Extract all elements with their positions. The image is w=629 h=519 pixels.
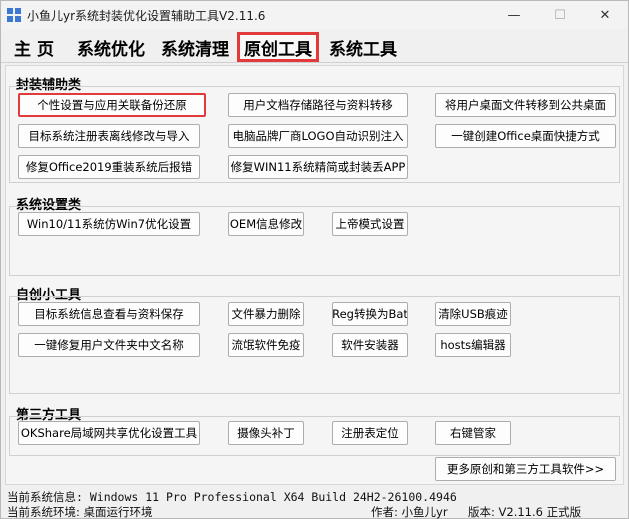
app-window: 小鱼儿yr系统封装优化设置辅助工具V2.11.6 — ☐ ✕ 主 页 系统优化 …: [0, 0, 629, 519]
backup-restore-settings-button[interactable]: 个性设置与应用关联备份还原: [18, 93, 206, 117]
author-label: 作者: 小鱼儿yr: [371, 505, 448, 519]
oem-info-button[interactable]: OEM信息修改: [228, 212, 304, 236]
reg-to-bat-button[interactable]: Reg转换为Bat: [332, 302, 408, 326]
software-installer-button[interactable]: 软件安装器: [332, 333, 408, 357]
desktop-to-public-button[interactable]: 将用户桌面文件转移到公共桌面: [435, 93, 616, 117]
brand-logo-inject-button[interactable]: 电脑品牌厂商LOGO自动识别注入: [228, 124, 408, 148]
tab-bar: 主 页 系统优化 系统清理 原创工具 系统工具: [1, 29, 628, 63]
fix-office2019-button[interactable]: 修复Office2019重装系统后报错: [18, 155, 200, 179]
minimize-button[interactable]: —: [491, 1, 537, 29]
win7-style-button[interactable]: Win10/11系统仿Win7优化设置: [18, 212, 200, 236]
system-info-save-button[interactable]: 目标系统信息查看与资料保存: [18, 302, 200, 326]
more-tools-button[interactable]: 更多原创和第三方工具软件>>: [435, 457, 616, 481]
okshare-button[interactable]: OKShare局域网共享优化设置工具: [18, 421, 200, 445]
system-env-status: 当前系统环境: 桌面运行环境: [7, 505, 153, 519]
fix-win11-app-button[interactable]: 修复WIN11系统精简或封装丢APP: [228, 155, 408, 179]
tab-system-clean[interactable]: 系统清理: [155, 32, 235, 62]
camera-patch-button[interactable]: 摄像头补丁: [228, 421, 304, 445]
close-button[interactable]: ✕: [582, 1, 628, 29]
user-docs-migrate-button[interactable]: 用户文档存储路径与资料转移: [228, 93, 408, 117]
hosts-editor-button[interactable]: hosts编辑器: [435, 333, 511, 357]
tab-divider: [1, 62, 628, 63]
malware-immunity-button[interactable]: 流氓软件免疫: [228, 333, 304, 357]
office-shortcut-button[interactable]: 一键创建Office桌面快捷方式: [435, 124, 616, 148]
context-menu-manager-button[interactable]: 右键管家: [435, 421, 511, 445]
maximize-button[interactable]: ☐: [537, 1, 583, 29]
tab-original-tools[interactable]: 原创工具: [237, 32, 319, 62]
fix-chinese-folder-button[interactable]: 一键修复用户文件夹中文名称: [18, 333, 200, 357]
force-delete-button[interactable]: 文件暴力删除: [228, 302, 304, 326]
tab-system-tools[interactable]: 系统工具: [323, 32, 403, 62]
app-icon: [7, 8, 21, 22]
tab-home[interactable]: 主 页: [5, 32, 63, 62]
tab-system-optimize[interactable]: 系统优化: [71, 32, 151, 62]
registry-locate-button[interactable]: 注册表定位: [332, 421, 408, 445]
window-title: 小鱼儿yr系统封装优化设置辅助工具V2.11.6: [27, 9, 266, 23]
god-mode-button[interactable]: 上帝模式设置: [332, 212, 408, 236]
version-label: 版本: V2.11.6 正式版: [468, 505, 582, 519]
system-info-status: 当前系统信息: Windows 11 Pro Professional X64 …: [7, 490, 457, 504]
offline-registry-button[interactable]: 目标系统注册表离线修改与导入: [18, 124, 200, 148]
content-panel: 封装辅助类 个性设置与应用关联备份还原 用户文档存储路径与资料转移 将用户桌面文…: [5, 65, 624, 485]
clear-usb-traces-button[interactable]: 清除USB痕迹: [435, 302, 511, 326]
title-bar: 小鱼儿yr系统封装优化设置辅助工具V2.11.6 — ☐ ✕: [1, 1, 628, 29]
